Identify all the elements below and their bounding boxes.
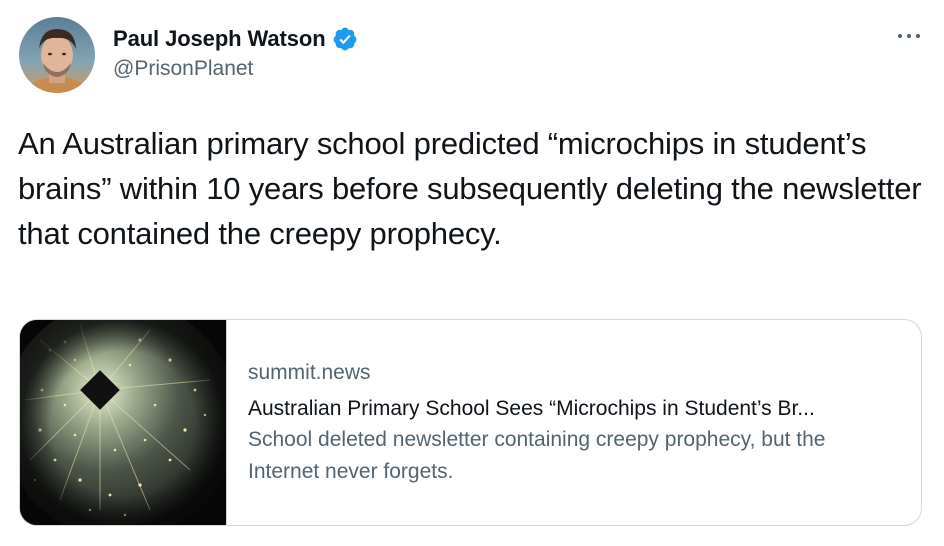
tweet: Paul Joseph Watson @PrisonPlanet An Aust… (0, 0, 944, 546)
link-card[interactable]: summit.news Australian Primary School Se… (19, 319, 922, 526)
card-title: Australian Primary School Sees “Microchi… (248, 397, 815, 420)
handle[interactable]: @PrisonPlanet (113, 57, 358, 81)
author-info: Paul Joseph Watson @PrisonPlanet (113, 24, 358, 81)
name-row: Paul Joseph Watson (113, 24, 358, 54)
card-description: School deleted newsletter containing cre… (248, 428, 826, 483)
avatar-image (19, 17, 95, 93)
card-body: summit.news Australian Primary School Se… (227, 320, 921, 525)
more-options-icon[interactable] (894, 26, 924, 46)
avatar[interactable] (19, 17, 95, 93)
tweet-text: An Australian primary school predicted “… (18, 126, 922, 251)
microchip-brain-image (20, 320, 227, 525)
display-name[interactable]: Paul Joseph Watson (113, 26, 326, 52)
card-domain: summit.news (248, 361, 371, 384)
verified-badge-icon (332, 26, 358, 52)
